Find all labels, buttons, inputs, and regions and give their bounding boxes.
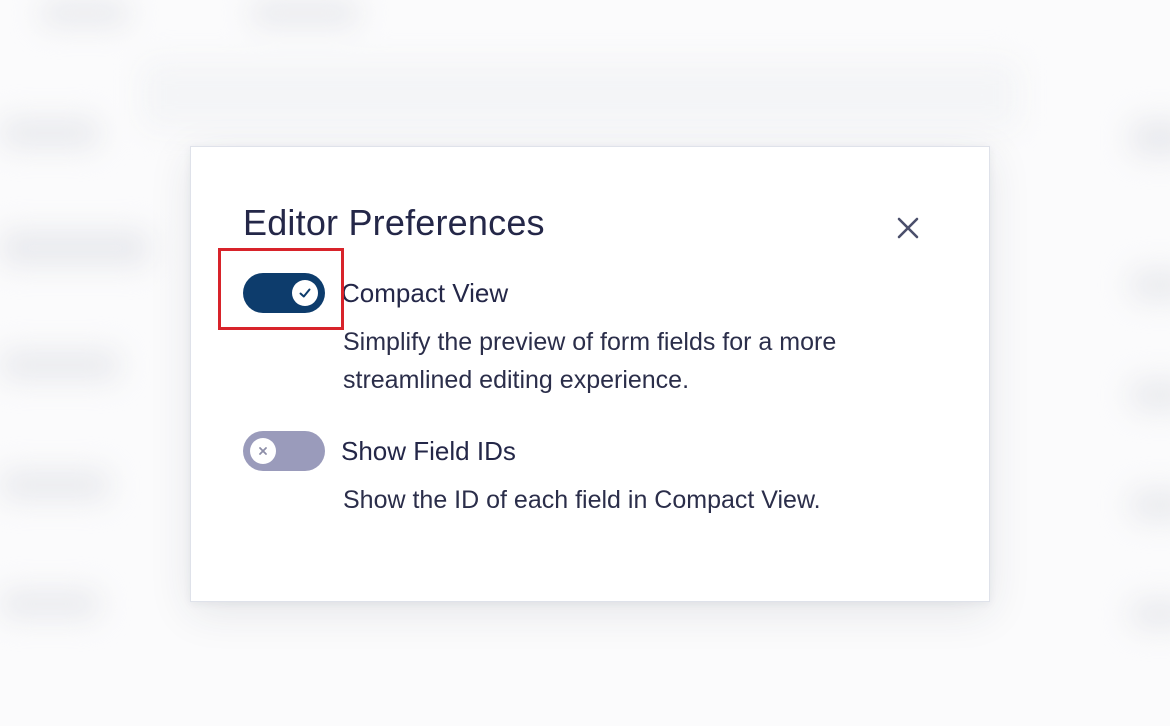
show-field-ids-toggle[interactable] bbox=[243, 431, 325, 471]
compact-view-label: Compact View bbox=[341, 278, 509, 308]
toggle-knob bbox=[250, 438, 276, 464]
show-field-ids-label: Show Field IDs bbox=[341, 436, 516, 466]
compact-view-toggle[interactable] bbox=[243, 273, 325, 313]
show-field-ids-description: Show the ID of each field in Compact Vie… bbox=[343, 486, 821, 514]
close-button[interactable] bbox=[891, 211, 925, 245]
compact-view-description: Simplify the preview of form fields for … bbox=[343, 328, 837, 394]
editor-preferences-dialog: Editor Preferences Compact View Simplify… bbox=[190, 146, 990, 602]
close-icon bbox=[897, 217, 919, 239]
check-icon bbox=[299, 288, 311, 298]
dialog-title: Editor Preferences bbox=[243, 202, 545, 243]
toggle-knob bbox=[292, 280, 318, 306]
x-icon bbox=[259, 447, 267, 455]
